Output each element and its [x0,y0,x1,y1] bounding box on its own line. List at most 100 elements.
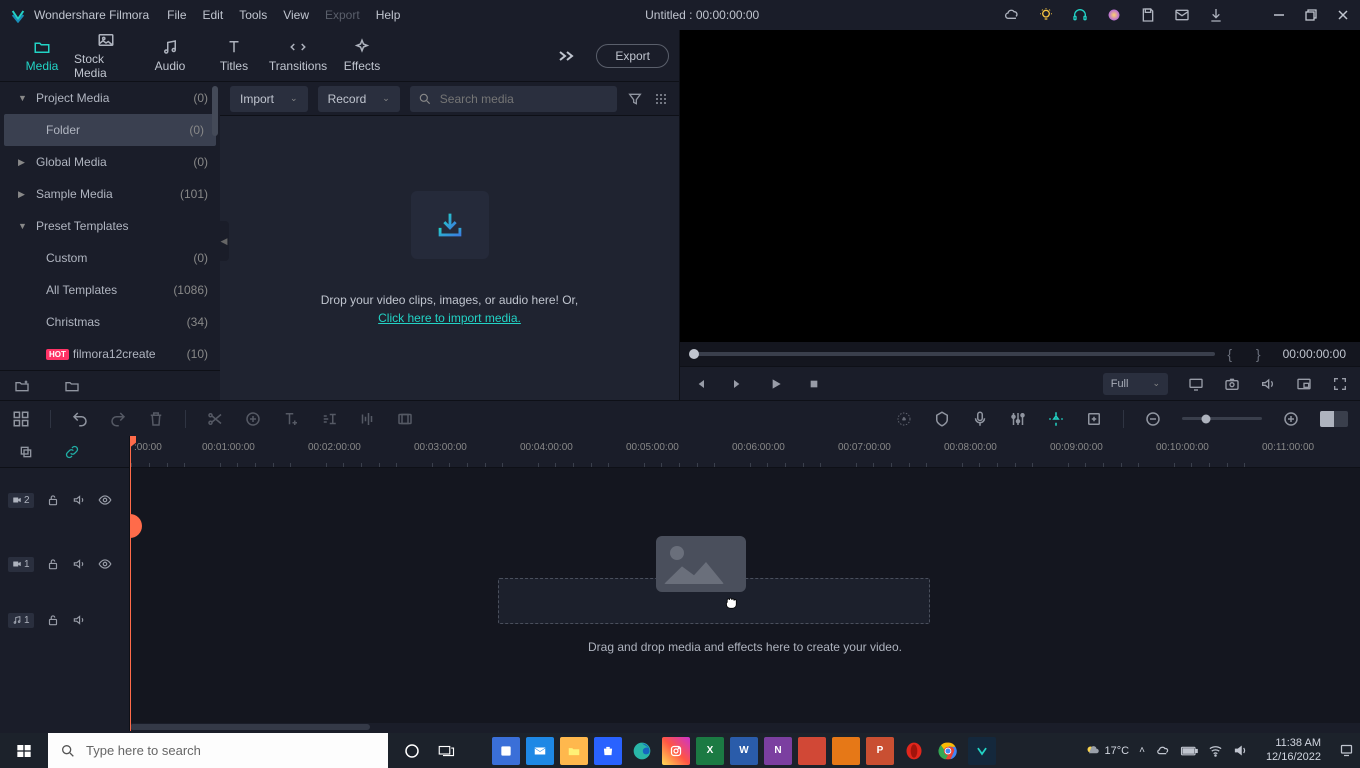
lightbulb-icon[interactable] [1038,7,1054,23]
add-marker-icon[interactable] [1085,410,1103,428]
tree-all-templates[interactable]: All Templates(1086) [0,274,220,306]
edge-icon[interactable] [628,737,656,765]
volume-icon[interactable] [1260,376,1276,392]
tree-scrollbar[interactable] [212,86,218,136]
previous-frame-icon[interactable] [692,376,708,392]
display-icon[interactable] [1188,376,1204,392]
menu-tools[interactable]: Tools [239,8,267,22]
track-head-audio-1[interactable]: 1 [0,600,129,640]
taskview-icon[interactable] [432,737,460,765]
playhead[interactable] [130,436,131,731]
zoom-out-icon[interactable] [1144,410,1162,428]
app-icon[interactable] [832,737,860,765]
media-drop-area[interactable]: Drop your video clips, images, or audio … [220,116,679,400]
import-dropdown[interactable]: Import⌄ [230,86,308,112]
folder-icon[interactable] [64,378,80,394]
snap-icon[interactable] [1047,410,1065,428]
volume-tray-icon[interactable] [1233,743,1248,758]
filmora-taskbar-icon[interactable] [968,737,996,765]
tab-titles[interactable]: Titles [202,38,266,73]
app-icon[interactable] [798,737,826,765]
grid-view-icon[interactable] [653,91,669,107]
collapse-sidebar-handle[interactable]: ◀ [219,221,229,261]
menu-file[interactable]: File [167,8,186,22]
track-head-video-1[interactable]: 1 [0,544,129,584]
excel-icon[interactable]: X [696,737,724,765]
powerpoint-icon[interactable]: P [866,737,894,765]
taskbar-clock[interactable]: 11:38 AM 12/16/2022 [1258,737,1329,763]
mute-icon[interactable] [72,557,86,571]
onenote-icon[interactable]: N [764,737,792,765]
snapshot-icon[interactable] [1224,376,1240,392]
profile-icon[interactable] [1106,7,1122,23]
pip-icon[interactable] [1296,376,1312,392]
weather-widget[interactable]: 17°C [1083,742,1130,760]
track-area[interactable]: :00:00 00:01:00:0000:02:00:0000:03:00:00… [130,436,1360,731]
stop-icon[interactable] [806,376,822,392]
color-icon[interactable] [358,410,376,428]
preview-quality-dropdown[interactable]: Full⌄ [1103,373,1168,395]
menu-help[interactable]: Help [376,8,401,22]
tree-custom[interactable]: Custom(0) [0,242,220,274]
cortana-icon[interactable] [398,737,426,765]
filter-icon[interactable] [627,91,643,107]
explorer-icon[interactable] [560,737,588,765]
record-dropdown[interactable]: Record⌄ [318,86,400,112]
headset-icon[interactable] [1072,7,1088,23]
store-icon[interactable] [594,737,622,765]
notifications-tray-icon[interactable] [1339,743,1354,758]
battery-tray-icon[interactable] [1180,745,1198,757]
maximize-button[interactable] [1304,8,1318,22]
minimize-button[interactable] [1272,8,1286,22]
tree-sample-media[interactable]: ▶Sample Media(101) [0,178,220,210]
chrome-icon[interactable] [934,737,962,765]
link-tracks-icon[interactable] [64,444,80,460]
tree-global-media[interactable]: ▶Global Media(0) [0,146,220,178]
tab-effects[interactable]: Effects [330,38,394,73]
onedrive-tray-icon[interactable] [1155,743,1170,758]
word-icon[interactable]: W [730,737,758,765]
cloud-icon[interactable] [1004,7,1020,23]
crop-icon[interactable] [244,410,262,428]
mute-icon[interactable] [72,493,86,507]
taskbar-search[interactable]: Type here to search [48,733,388,768]
tree-filmora12create[interactable]: HOTfilmora12create(10) [0,338,220,370]
tab-media[interactable]: Media [10,38,74,73]
mail-app-icon[interactable] [526,737,554,765]
visibility-icon[interactable] [98,557,112,571]
more-tabs-icon[interactable] [558,49,576,63]
track-head-video-2[interactable]: 2 [0,480,129,520]
message-icon[interactable] [1174,7,1190,23]
download-icon[interactable] [1208,7,1224,23]
tree-folder[interactable]: Folder(0) [4,114,216,146]
save-icon[interactable] [1140,7,1156,23]
preview-progress-bar[interactable] [694,352,1215,356]
search-media-box[interactable] [410,86,617,112]
undo-icon[interactable] [71,410,89,428]
tree-christmas[interactable]: Christmas(34) [0,306,220,338]
tray-chevron-icon[interactable]: ˄ [1139,745,1145,756]
play-icon[interactable] [768,376,784,392]
voiceover-icon[interactable] [971,410,989,428]
visibility-icon[interactable] [98,493,112,507]
delete-icon[interactable] [147,410,165,428]
timeline-h-scrollbar[interactable] [130,723,1360,731]
tab-transitions[interactable]: Transitions [266,38,330,73]
preview-viewport[interactable] [680,30,1360,342]
markers-braces[interactable]: { } [1227,346,1270,362]
redo-icon[interactable] [109,410,127,428]
text-add-icon[interactable] [282,410,300,428]
tab-stock-media[interactable]: Stock Media [74,31,138,80]
export-button[interactable]: Export [596,44,669,68]
instagram-icon[interactable] [662,737,690,765]
new-folder-plus-icon[interactable] [14,378,30,394]
app-icon[interactable] [492,737,520,765]
tab-audio[interactable]: Audio [138,38,202,73]
duplicate-track-icon[interactable] [18,444,34,460]
wifi-tray-icon[interactable] [1208,743,1223,758]
search-media-input[interactable] [440,92,609,106]
lock-icon[interactable] [46,557,60,571]
mixer-icon[interactable] [1009,410,1027,428]
close-button[interactable] [1336,8,1350,22]
layout-icon[interactable] [12,410,30,428]
